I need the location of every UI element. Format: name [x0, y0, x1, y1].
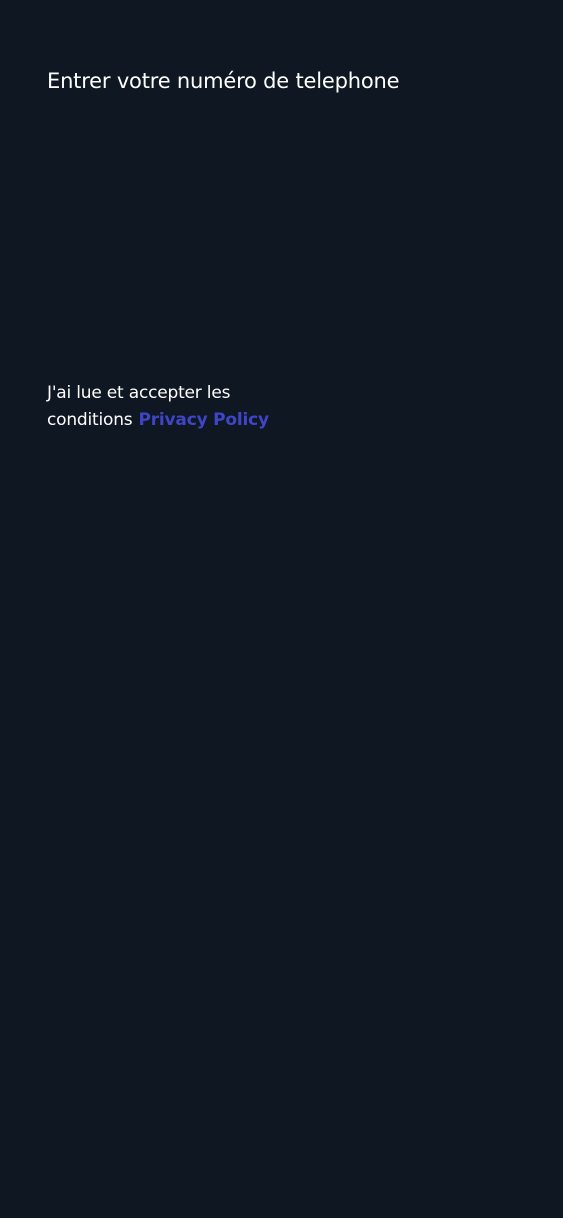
terms-line-2: conditions — [47, 410, 133, 430]
terms-line-2-wrap: conditions Privacy Policy — [47, 407, 307, 434]
terms-line-1: J'ai lue et accepter les — [47, 383, 231, 403]
terms-text: J'ai lue et accepter les conditions Priva… — [47, 380, 307, 434]
page-title: Entrer votre numéro de telephone — [47, 69, 400, 93]
phone-number-area — [47, 130, 517, 330]
phone-entry-screen: Entrer votre numéro de telephone J'ai lu… — [0, 0, 563, 1218]
privacy-policy-link[interactable]: Privacy Policy — [138, 410, 269, 430]
